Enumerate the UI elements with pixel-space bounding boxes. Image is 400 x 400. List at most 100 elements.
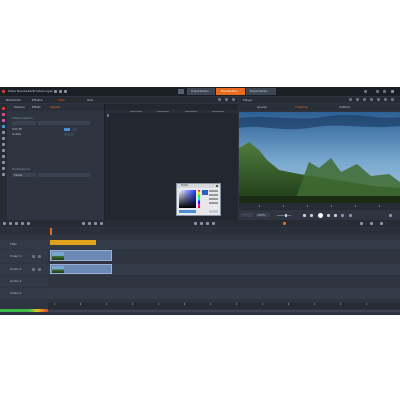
size-field[interactable] bbox=[64, 128, 70, 131]
bottom-time-ruler[interactable] bbox=[48, 303, 400, 309]
player-option-icon-1[interactable] bbox=[349, 98, 352, 101]
minimize-icon[interactable] bbox=[376, 90, 379, 93]
render-icon[interactable] bbox=[283, 222, 286, 225]
split-clip-icon[interactable] bbox=[82, 222, 85, 225]
redo-icon[interactable] bbox=[64, 90, 67, 93]
tab-export[interactable]: Exportieren bbox=[246, 88, 276, 95]
timeline-settings-icon[interactable] bbox=[212, 222, 215, 225]
timeline-ruler[interactable] bbox=[0, 228, 400, 235]
trim-icon[interactable] bbox=[88, 222, 91, 225]
color-saturation-field[interactable] bbox=[179, 190, 196, 208]
voiceover-icon[interactable] bbox=[206, 222, 209, 225]
player-ruler[interactable] bbox=[239, 203, 400, 210]
next-frame-icon[interactable] bbox=[327, 214, 330, 217]
color-value-field-2[interactable] bbox=[209, 194, 218, 196]
menu-edit[interactable]: Bearbeiten bbox=[17, 89, 33, 93]
fullscreen-icon[interactable] bbox=[389, 214, 392, 217]
timeline-option-icon-a[interactable] bbox=[360, 222, 363, 225]
tool-speed-icon[interactable] bbox=[2, 143, 5, 146]
undo-icon[interactable] bbox=[59, 90, 62, 93]
tool-transition-icon[interactable] bbox=[2, 149, 5, 152]
library-scroll-handle[interactable] bbox=[107, 114, 109, 117]
tool-text-icon[interactable] bbox=[2, 137, 5, 140]
menu-settings[interactable]: Einstellungen bbox=[33, 89, 53, 93]
ripple-icon[interactable] bbox=[94, 222, 97, 225]
track-mute-icon[interactable] bbox=[32, 268, 35, 271]
timeline-tool-icon-4[interactable] bbox=[21, 222, 24, 225]
subtab-effect[interactable]: Effekt bbox=[32, 105, 41, 109]
home-icon[interactable] bbox=[178, 89, 184, 94]
menu-file[interactable]: Datei bbox=[8, 89, 16, 93]
size-stepper[interactable] bbox=[72, 128, 77, 131]
player-option-icon-6[interactable] bbox=[384, 98, 387, 101]
timecode-icon[interactable] bbox=[349, 214, 352, 217]
color-slider-bar[interactable] bbox=[179, 210, 196, 213]
play-icon[interactable] bbox=[318, 213, 323, 218]
player-option-icon-7[interactable] bbox=[391, 98, 394, 101]
color-dialog-close-icon[interactable] bbox=[216, 185, 218, 187]
go-to-end-icon[interactable] bbox=[334, 214, 337, 217]
quality-select[interactable] bbox=[241, 213, 253, 217]
volume-handle[interactable] bbox=[285, 214, 287, 217]
panel-expand-icon[interactable] bbox=[225, 98, 228, 101]
audio-mixer-icon[interactable] bbox=[200, 222, 203, 225]
player-option-icon-4[interactable] bbox=[370, 98, 373, 101]
tool-pan-icon[interactable] bbox=[2, 125, 5, 128]
panel-close-icon[interactable] bbox=[232, 98, 235, 101]
timeline-tool-icon-1[interactable] bbox=[3, 222, 6, 225]
track-visibility-icon[interactable] bbox=[38, 255, 41, 258]
close-icon[interactable] bbox=[391, 90, 394, 93]
video-clip[interactable] bbox=[50, 264, 112, 274]
tab-library[interactable]: Bibliothek bbox=[6, 98, 21, 102]
color-ok-button[interactable] bbox=[209, 210, 218, 213]
track-solo-icon[interactable] bbox=[38, 268, 41, 271]
panel-options-icon[interactable] bbox=[218, 98, 221, 101]
playhead-marker[interactable] bbox=[50, 228, 52, 235]
color-value-field-4[interactable] bbox=[209, 202, 218, 204]
player-tab-timeline[interactable]: Timeline bbox=[295, 105, 308, 109]
tab-edit[interactable]: Bearbeiten bbox=[216, 88, 245, 95]
hue-slider[interactable] bbox=[198, 190, 200, 208]
tool-mask-icon[interactable] bbox=[2, 167, 5, 170]
player-option-icon-2[interactable] bbox=[356, 98, 359, 101]
loop-icon[interactable] bbox=[341, 214, 344, 217]
marker-icon[interactable] bbox=[194, 222, 197, 225]
tool-effects-icon[interactable] bbox=[2, 107, 5, 110]
background-color-select[interactable] bbox=[38, 173, 90, 177]
color-value-field-1[interactable] bbox=[209, 190, 218, 192]
tab-titles[interactable]: Titel bbox=[58, 98, 64, 102]
player-tab-source[interactable]: Quelle bbox=[257, 105, 267, 109]
tab-import[interactable]: Importieren bbox=[187, 88, 215, 95]
timeline-option-icon-c[interactable] bbox=[380, 222, 383, 225]
tool-audio-icon[interactable] bbox=[2, 119, 5, 122]
timeline-tool-icon-3[interactable] bbox=[15, 222, 18, 225]
player-option-icon-5[interactable] bbox=[377, 98, 380, 101]
player-option-icon-3[interactable] bbox=[363, 98, 366, 101]
volume-slider[interactable] bbox=[277, 215, 291, 216]
subtab-media[interactable]: Medien bbox=[14, 105, 25, 109]
font-select[interactable] bbox=[12, 121, 36, 125]
video-preview[interactable] bbox=[239, 112, 400, 203]
maximize-icon[interactable] bbox=[383, 90, 386, 93]
style-select[interactable] bbox=[38, 121, 90, 125]
background-type-select[interactable]: Farbe bbox=[12, 173, 36, 177]
title-clip[interactable] bbox=[50, 240, 96, 245]
subtab-object[interactable]: Objekt bbox=[50, 105, 60, 109]
zoom-select[interactable]: 100% bbox=[256, 213, 270, 217]
tool-color-icon[interactable] bbox=[2, 113, 5, 116]
help-icon[interactable] bbox=[364, 90, 367, 93]
timeline-tool-icon-2[interactable] bbox=[9, 222, 12, 225]
save-icon[interactable] bbox=[54, 90, 57, 93]
track-lock-icon[interactable] bbox=[32, 255, 35, 258]
size-value-field[interactable] bbox=[64, 133, 74, 136]
tab-effects[interactable]: Effekte bbox=[32, 98, 43, 102]
player-tab-fullscreen[interactable]: Vollbild bbox=[339, 105, 350, 109]
go-to-start-icon[interactable] bbox=[303, 214, 306, 217]
timeline-option-icon-b[interactable] bbox=[370, 222, 373, 225]
previous-frame-icon[interactable] bbox=[310, 214, 313, 217]
tool-more-icon[interactable] bbox=[2, 173, 5, 176]
color-value-field-3[interactable] bbox=[209, 198, 218, 200]
tool-crop-icon[interactable] bbox=[2, 131, 5, 134]
video-clip[interactable] bbox=[50, 250, 112, 261]
tool-motion-icon[interactable] bbox=[2, 155, 5, 158]
